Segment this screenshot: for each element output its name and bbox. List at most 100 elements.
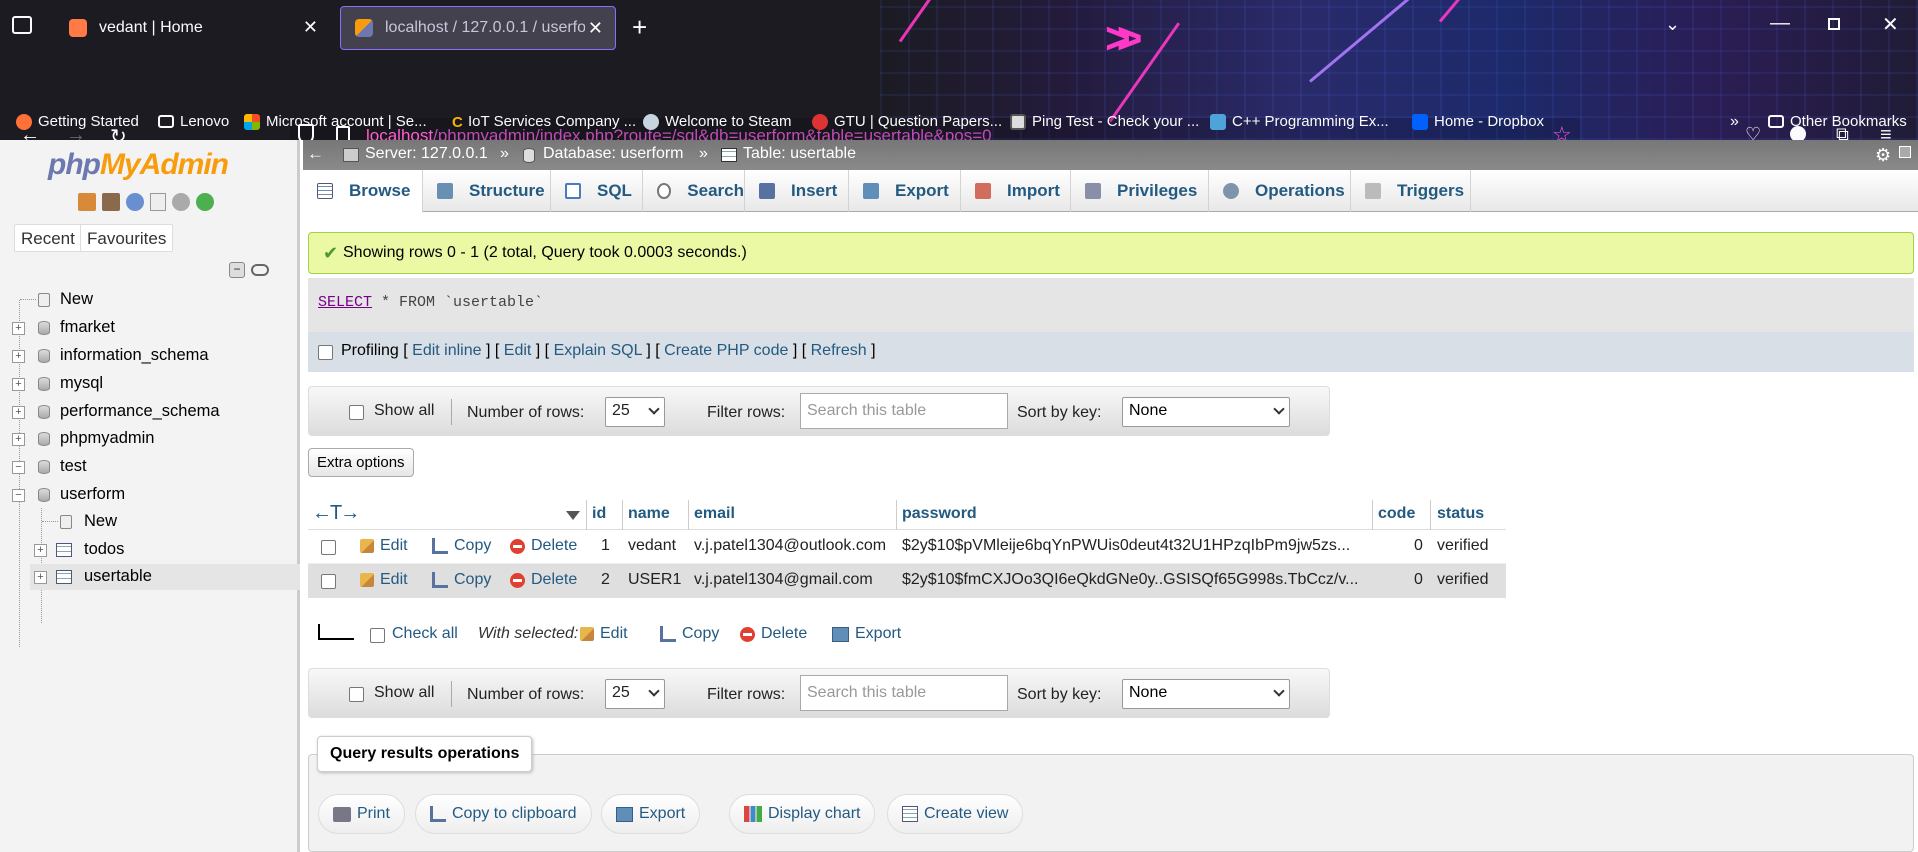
show-all-checkbox[interactable] — [349, 405, 364, 420]
filter-input[interactable]: Search this table — [800, 393, 1008, 429]
bulk-edit-button[interactable]: Edit — [580, 625, 628, 643]
bulk-delete-button[interactable]: Delete — [740, 625, 807, 643]
collapse-top-icon[interactable] — [1899, 146, 1911, 158]
tab-privileges[interactable]: Privileges — [1071, 170, 1209, 212]
tree-item-fmarket[interactable]: + fmarket — [12, 318, 272, 340]
bookmark-lenovo[interactable]: Lenovo — [158, 113, 229, 130]
tab-insert[interactable]: Insert — [745, 170, 849, 212]
collapse-nav-icon[interactable]: ← — [307, 144, 324, 164]
expand-icon[interactable]: + — [12, 350, 25, 363]
collapse-icon[interactable]: − — [12, 489, 25, 502]
column-header-email[interactable]: email — [694, 505, 735, 523]
bulk-copy-button[interactable]: Copy — [660, 625, 719, 643]
tree-item-todos[interactable]: + todos — [34, 540, 274, 562]
close-tab-icon[interactable]: ✕ — [303, 17, 318, 38]
edit-link[interactable]: Edit — [504, 342, 532, 359]
tab-overview-icon[interactable] — [12, 16, 32, 34]
logout-icon[interactable] — [102, 193, 120, 211]
close-tab-icon[interactable]: ✕ — [588, 18, 603, 39]
tab-import[interactable]: Import — [961, 170, 1071, 212]
bookmark-microsoft[interactable]: Microsoft account | Se... — [244, 113, 427, 130]
print-button[interactable]: Print — [318, 794, 405, 834]
expand-icon[interactable]: + — [34, 571, 47, 584]
tree-item-usertable[interactable]: + usertable — [30, 564, 300, 590]
column-header-id[interactable]: id — [592, 505, 606, 523]
collapse-all-icon[interactable]: − — [229, 262, 245, 278]
settings-gear-icon[interactable]: ⚙ — [1875, 145, 1891, 166]
copy-to-clipboard-button[interactable]: Copy to clipboard — [415, 794, 592, 834]
bookmark-iot[interactable]: C IoT Services Company ... — [452, 113, 636, 131]
table-row[interactable]: Edit Copy Delete 2 USER1 v.j.patel1304@g… — [308, 564, 1506, 598]
column-header-status[interactable]: status — [1437, 505, 1484, 523]
check-all-checkbox[interactable] — [370, 628, 385, 643]
check-all-label[interactable]: Check all — [392, 625, 458, 643]
tab-search[interactable]: Search — [643, 170, 745, 212]
reload-nav-icon[interactable] — [196, 193, 214, 211]
row-checkbox[interactable] — [321, 574, 336, 589]
tree-item-phpmyadmin[interactable]: + phpmyadmin — [12, 429, 272, 451]
breadcrumb-database[interactable]: Database: userform — [543, 145, 684, 163]
profiling-checkbox[interactable] — [318, 345, 333, 360]
tab-export[interactable]: Export — [849, 170, 961, 212]
expand-icon[interactable]: + — [12, 378, 25, 391]
bookmarks-overflow-icon[interactable]: » — [1730, 113, 1739, 131]
breadcrumb-table[interactable]: Table: usertable — [743, 145, 856, 163]
row-edit-link[interactable]: Edit — [360, 571, 408, 589]
bookmark-dropbox[interactable]: Home - Dropbox — [1412, 113, 1544, 130]
collapse-icon[interactable]: − — [12, 461, 25, 474]
tab-operations[interactable]: Operations — [1209, 170, 1351, 212]
docs-icon[interactable] — [126, 193, 144, 211]
explain-sql-link[interactable]: Explain SQL — [554, 342, 642, 359]
column-header-code[interactable]: code — [1378, 505, 1415, 523]
favourites-button[interactable]: Favourites — [80, 224, 174, 252]
breadcrumb-server[interactable]: Server: 127.0.0.1 — [365, 145, 488, 163]
tree-item-mysql[interactable]: + mysql — [12, 374, 272, 396]
row-checkbox[interactable] — [321, 540, 336, 555]
tree-item-userform[interactable]: − userform — [12, 485, 272, 507]
edit-inline-link[interactable]: Edit inline — [412, 342, 481, 359]
other-bookmarks[interactable]: Other Bookmarks — [1768, 113, 1907, 130]
bookmark-ping-test[interactable]: Ping Test - Check your ... — [1010, 113, 1199, 130]
doc-page-icon[interactable] — [150, 193, 166, 211]
expand-icon[interactable]: + — [12, 406, 25, 419]
column-arrows-icon[interactable]: ←T→ — [312, 502, 360, 525]
export-button[interactable]: Export — [601, 794, 701, 834]
recent-button[interactable]: Recent — [14, 224, 82, 252]
rows-select[interactable]: 25 — [605, 397, 665, 427]
expand-icon[interactable]: + — [12, 322, 25, 335]
refresh-link[interactable]: Refresh — [811, 342, 867, 359]
new-tab-icon[interactable]: + — [632, 12, 647, 43]
bookmark-getting-started[interactable]: Getting Started — [16, 113, 139, 130]
sort-select[interactable]: None — [1122, 679, 1290, 709]
extra-options-button[interactable]: Extra options — [308, 448, 414, 477]
tab-browse[interactable]: Browse — [303, 170, 423, 213]
row-copy-link[interactable]: Copy — [432, 571, 491, 589]
bookmark-cpp[interactable]: C++ Programming Ex... — [1210, 113, 1389, 130]
expand-icon[interactable]: + — [34, 544, 47, 557]
restore-icon[interactable] — [1828, 18, 1840, 30]
tab-list-icon[interactable]: ⌄ — [1665, 14, 1680, 35]
row-copy-link[interactable]: Copy — [432, 537, 491, 555]
sort-dropdown-icon[interactable] — [566, 511, 580, 520]
create-view-button[interactable]: Create view — [887, 794, 1024, 834]
phpmyadmin-logo[interactable]: phpMyAdmin — [48, 148, 229, 182]
column-header-password[interactable]: password — [902, 505, 977, 523]
row-delete-link[interactable]: Delete — [510, 537, 577, 555]
bulk-export-button[interactable]: Export — [832, 625, 901, 643]
column-header-name[interactable]: name — [628, 505, 670, 523]
create-php-code-link[interactable]: Create PHP code — [664, 342, 788, 359]
row-delete-link[interactable]: Delete — [510, 571, 577, 589]
bookmark-steam[interactable]: Welcome to Steam — [643, 113, 791, 130]
tree-item-test[interactable]: − test — [12, 457, 272, 479]
tab-structure[interactable]: Structure — [423, 170, 551, 212]
table-row[interactable]: Edit Copy Delete 1 vedant v.j.patel1304@… — [308, 530, 1506, 564]
browser-tab-phpmyadmin[interactable]: localhost / 127.0.0.1 / userform ✕ — [340, 6, 616, 50]
sort-select[interactable]: None — [1122, 397, 1290, 427]
tree-item-information-schema[interactable]: + information_schema — [12, 346, 272, 368]
tab-sql[interactable]: SQL — [551, 170, 643, 212]
minimize-icon[interactable]: — — [1770, 12, 1790, 35]
settings-icon[interactable] — [172, 193, 190, 211]
tree-item-performance-schema[interactable]: + performance_schema — [12, 402, 272, 424]
link-icon[interactable] — [251, 264, 269, 276]
bookmark-gtu[interactable]: GTU | Question Papers... — [812, 113, 1002, 130]
